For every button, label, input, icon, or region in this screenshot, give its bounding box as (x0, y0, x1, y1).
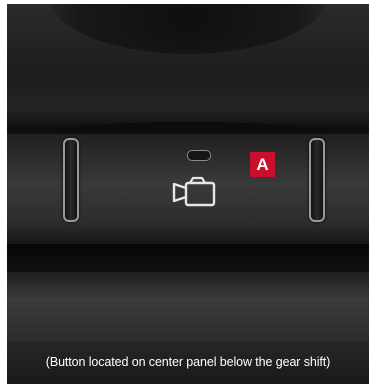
photo-frame: A (Button located on center panel below … (0, 0, 377, 389)
camera-icon[interactable] (168, 174, 218, 208)
lower-groove (7, 244, 369, 274)
lower-panel (7, 272, 369, 342)
callout-badge: A (250, 152, 275, 177)
left-slot (63, 138, 79, 222)
photo-caption: (Button located on center panel below th… (45, 355, 331, 369)
gear-shift-base (47, 4, 329, 54)
right-slot (309, 138, 325, 222)
indicator-led (187, 150, 211, 161)
